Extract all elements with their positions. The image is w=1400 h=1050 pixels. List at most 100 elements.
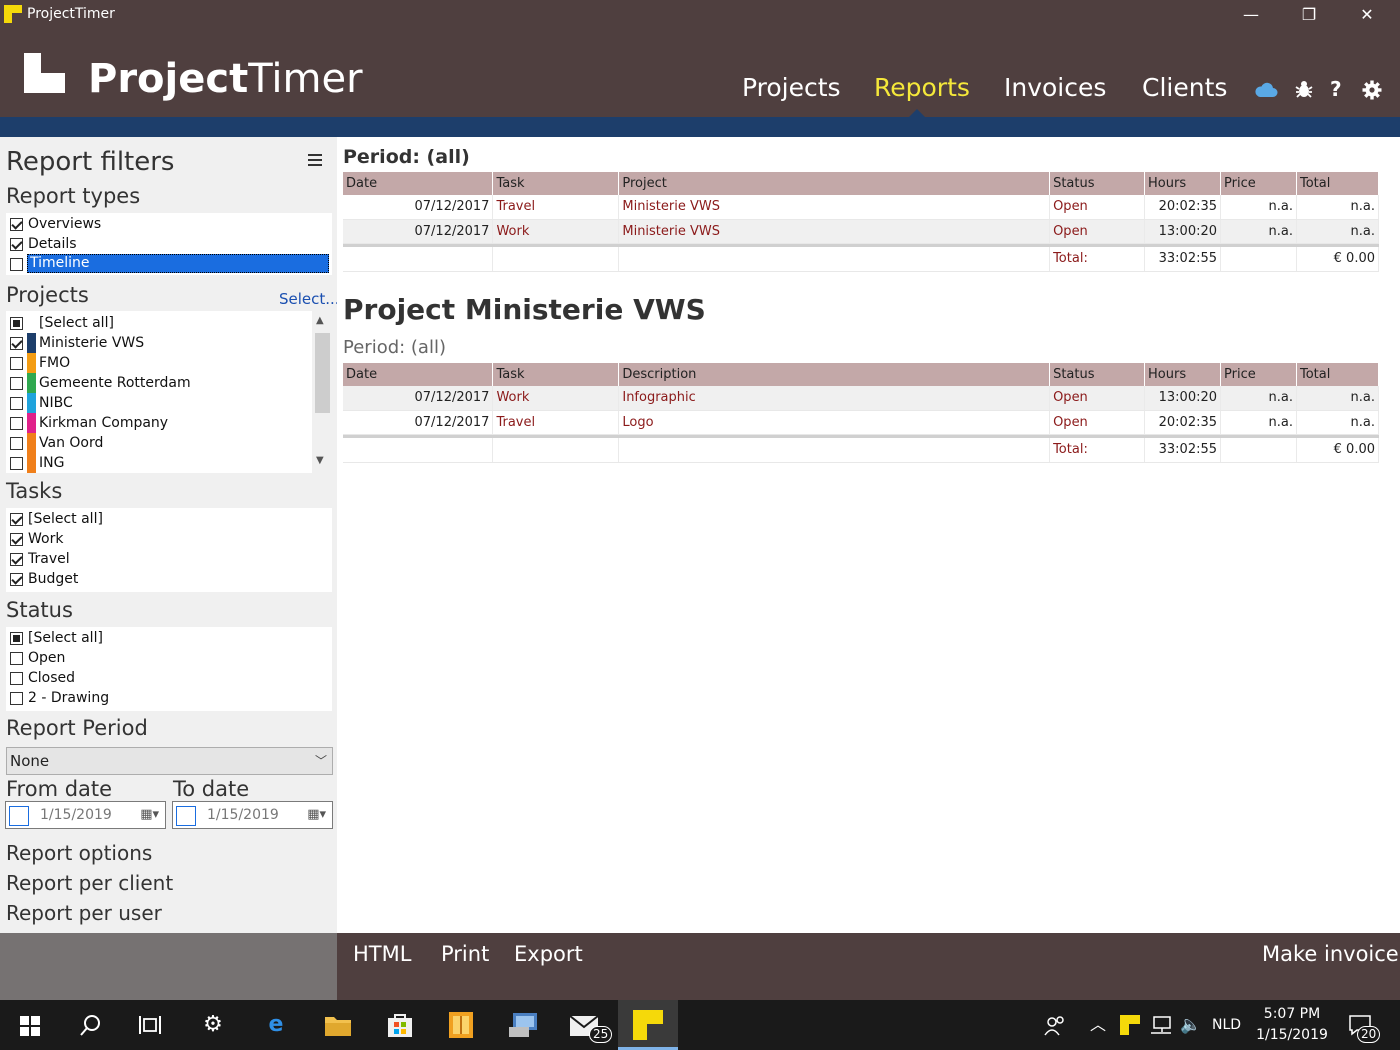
filters-panel: Report filters Report types Overviews De… [0,137,340,933]
status-title: Status [6,598,73,622]
chevron-down-icon: ﹀ [314,754,327,768]
windows-start-icon[interactable] [20,1016,40,1036]
help-icon[interactable]: ? [1330,78,1342,100]
to-date-label: To date [173,777,250,801]
settings-icon[interactable]: ⚙ [183,1000,243,1050]
projects-select-link[interactable]: Select... [279,290,340,308]
scroll-up-icon[interactable]: ▲ [316,315,324,326]
from-date-label: From date [6,777,113,801]
projecttimer-taskbar-button[interactable] [618,1000,678,1050]
project-ministerie-vws[interactable]: Ministerie VWS [6,333,332,353]
project-report-title: Project Ministerie VWS [343,293,706,326]
table-row[interactable]: 07/12/2017 Work Ministerie VWS Open 13:00:20… [343,219,1380,244]
project-period: Period: (all) [343,337,446,358]
volume-icon[interactable]: 🔈 [1180,1000,1201,1050]
project-gemeente-rotterdam[interactable]: Gemeente Rotterdam [6,373,332,393]
edge-icon[interactable]: e [246,1000,306,1050]
filters-footer [0,933,337,1000]
report-type-overviews[interactable]: Overviews [6,214,332,234]
report-options-link[interactable]: Report options [6,841,152,865]
projecttimer-app-icon [633,1010,663,1040]
search-icon[interactable] [80,1014,102,1036]
table-header: Date Task Project Status Hours Price Total [343,172,1380,195]
taskbar: ⚙ e 25 ︿ 🔈 NLD 5:07 PM 1/15/2019 20 [0,1000,1400,1050]
archive-app-icon[interactable] [448,1011,474,1039]
hamburger-icon[interactable] [308,154,322,169]
status-closed[interactable]: Closed [6,668,332,688]
from-date-checkbox[interactable] [9,806,29,826]
network-icon[interactable] [1150,1016,1172,1034]
bug-icon[interactable] [1294,79,1314,99]
project-ing[interactable]: ING [6,453,332,473]
nav-clients[interactable]: Clients [1142,73,1227,102]
clock-date: 1/15/2019 [1256,1027,1328,1043]
from-date-picker[interactable]: 1/15/2019 ▦▾ [5,801,166,829]
title-bar: ProjectTimer — ❐ ✕ [0,0,1400,29]
project-kirkman-company[interactable]: Kirkman Company [6,413,332,433]
nav-reports[interactable]: Reports [874,73,970,102]
store-icon[interactable] [386,1012,414,1038]
to-date-checkbox[interactable] [176,806,196,826]
report-type-details[interactable]: Details [6,234,332,254]
from-date-value: 1/15/2019 [40,807,112,823]
action-bar: HTML Print Export Make invoice [337,933,1400,1000]
people-icon[interactable] [1044,1015,1066,1037]
export-button[interactable]: Export [514,942,583,966]
table-row[interactable]: 07/12/2017 Travel Ministerie VWS Open 20:02:… [343,195,1380,220]
clock[interactable]: 5:07 PM 1/15/2019 [1250,1004,1334,1046]
report-type-timeline[interactable]: Timeline [6,254,332,274]
gear-icon[interactable] [1362,80,1382,100]
project-fmo[interactable]: FMO [6,353,332,373]
report-per-user-link[interactable]: Report per user [6,901,162,925]
nav-projects[interactable]: Projects [742,73,841,102]
minimize-button[interactable]: — [1222,0,1280,29]
project-table: Date Task Description Status Hours Price Total… [343,363,1380,463]
overview-period-title: Period: (all) [343,146,470,168]
html-button[interactable]: HTML [353,942,411,966]
cloud-icon[interactable] [1254,81,1278,99]
nav-invoices[interactable]: Invoices [1004,73,1106,102]
restore-button[interactable]: ❐ [1280,0,1338,29]
print-button[interactable]: Print [441,942,489,966]
report-period-value: None [10,752,50,770]
scroll-thumb[interactable] [315,333,330,413]
report-period-title: Report Period [6,716,148,740]
task-select-all[interactable]: [Select all] [6,509,332,529]
total-row: Total: 33:02:55 € 0.00 [343,247,1380,272]
logo-icon [24,53,65,93]
report-types-list: Overviews Details Timeline [6,213,332,275]
calendar-icon[interactable]: ▦▾ [307,807,326,822]
show-hidden-icons[interactable]: ︿ [1090,1000,1106,1050]
status-open[interactable]: Open [6,648,332,668]
report-period-select[interactable]: None ﹀ [6,747,333,775]
table-row[interactable]: 07/12/2017 Work Infographic Open 13:00:20 n.a… [343,386,1380,411]
projecttimer-tray-icon[interactable] [1120,1015,1140,1035]
project-van-oord[interactable]: Van Oord [6,433,332,453]
status-select-all[interactable]: [Select all] [6,628,332,648]
active-nav-pointer [909,109,925,117]
remote-desktop-icon[interactable] [507,1011,539,1039]
report-types-title: Report types [6,184,141,208]
make-invoice-button[interactable]: Make invoice [1262,942,1399,966]
window-title: ProjectTimer [27,6,115,22]
task-view-icon[interactable] [139,1015,161,1035]
task-work[interactable]: Work [6,529,332,549]
status-drawing[interactable]: 2 - Drawing [6,688,332,708]
app-icon [4,5,22,23]
total-row: Total: 33:02:55 € 0.00 [343,438,1380,463]
task-travel[interactable]: Travel [6,549,332,569]
overview-table: Date Task Project Status Hours Price Total 07/… [343,172,1380,272]
project-select-all[interactable]: [Select all] [6,313,332,333]
task-budget[interactable]: Budget [6,569,332,589]
clock-time: 5:07 PM [1263,1006,1321,1022]
calendar-icon[interactable]: ▦▾ [140,807,159,822]
language-indicator[interactable]: NLD [1212,1000,1241,1050]
report-per-client-link[interactable]: Report per client [6,871,173,895]
scroll-down-icon[interactable]: ▼ [316,455,324,466]
close-button[interactable]: ✕ [1338,0,1396,29]
file-explorer-icon[interactable] [324,1013,352,1037]
project-nibc[interactable]: NIBC [6,393,332,413]
projects-scrollbar[interactable]: ▲ ▼ [312,311,332,473]
table-row[interactable]: 07/12/2017 Travel Logo Open 20:02:35 n.a. n.a. [343,410,1380,435]
to-date-picker[interactable]: 1/15/2019 ▦▾ [172,801,333,829]
